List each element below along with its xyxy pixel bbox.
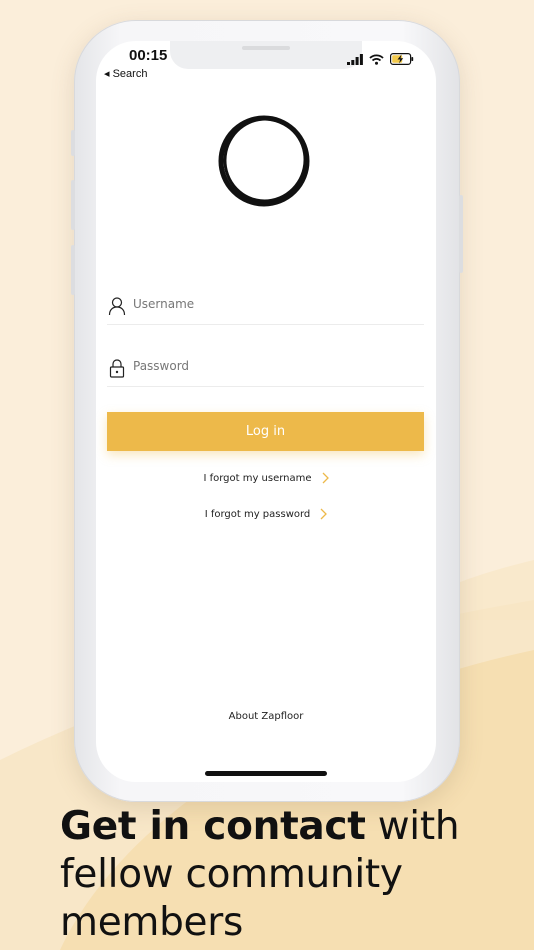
phone-volume-up <box>71 180 75 230</box>
user-icon <box>108 297 126 316</box>
username-field <box>107 290 424 325</box>
battery-charging-icon <box>390 53 414 65</box>
forgot-username-link[interactable]: I forgot my username <box>96 472 436 484</box>
headline-bold-text: Get in contact <box>60 804 366 849</box>
forgot-password-link[interactable]: I forgot my password <box>96 508 436 520</box>
password-field <box>107 352 424 387</box>
back-to-search-link[interactable]: ◂ Search <box>104 67 147 80</box>
wifi-icon <box>369 53 384 65</box>
status-icons <box>347 53 414 65</box>
forgot-password-label: I forgot my password <box>204 508 311 520</box>
about-zapfloor-link[interactable]: About Zapfloor <box>96 711 436 722</box>
phone-power-button <box>459 195 463 273</box>
home-indicator[interactable] <box>205 771 327 776</box>
headline-line2: fellow community <box>60 852 403 897</box>
status-time: 00:15 <box>129 47 168 64</box>
forgot-username-label: I forgot my username <box>203 472 312 484</box>
username-input[interactable] <box>133 290 413 318</box>
speaker-grill <box>242 46 290 50</box>
chevron-right-icon <box>322 472 329 484</box>
ring-logo-icon <box>218 115 310 207</box>
phone-silent-switch <box>71 130 75 156</box>
password-input[interactable] <box>133 352 413 380</box>
phone-screen: 00:15 ◂ Search Username Log in I forgot … <box>96 41 436 782</box>
marketing-headline: Get in contact with fellow community mem… <box>60 803 520 947</box>
login-button[interactable]: Log in <box>107 412 424 451</box>
headline-line1-rest: with <box>365 804 460 849</box>
chevron-right-icon <box>320 508 328 520</box>
phone-volume-down <box>71 245 75 295</box>
signal-icon <box>347 53 363 65</box>
headline-line3: members <box>60 900 243 945</box>
notch <box>170 41 362 69</box>
lock-icon <box>109 359 125 378</box>
